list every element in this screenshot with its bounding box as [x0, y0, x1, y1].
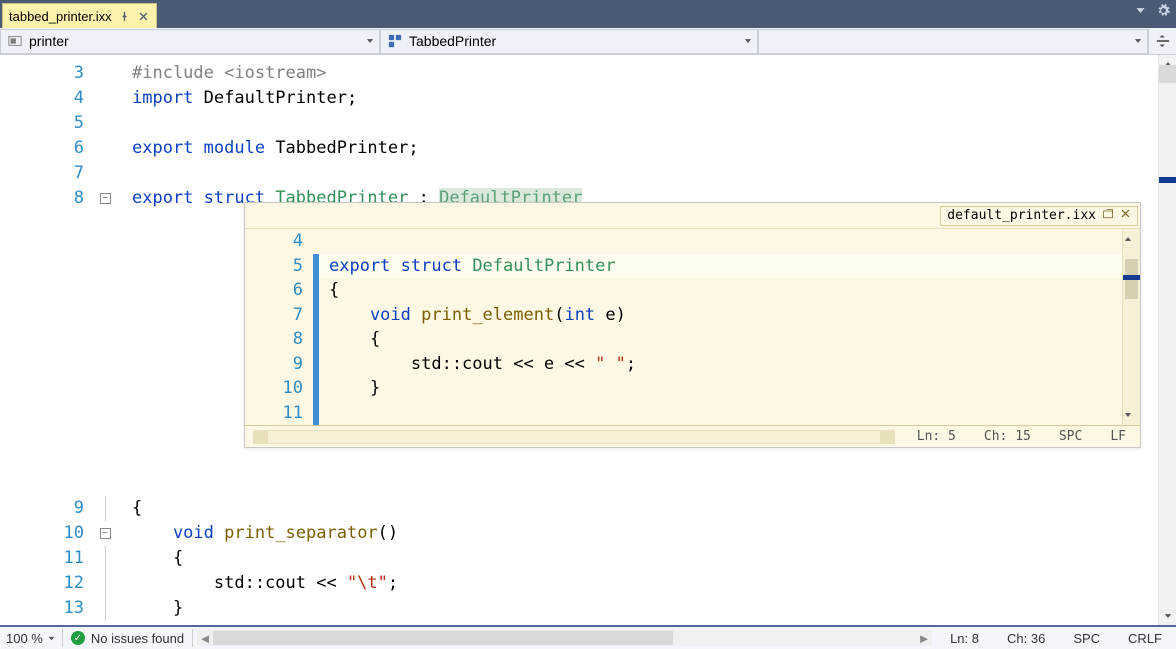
chevron-down-icon[interactable]	[1134, 4, 1147, 20]
split-window-button[interactable]	[1148, 29, 1176, 54]
peek-line-indicator[interactable]: Ln: 5	[903, 429, 970, 444]
status-bar: 100 % ✓ No issues found ◄ ► Ln: 8 Ch: 36…	[0, 625, 1176, 649]
close-icon[interactable]	[1120, 208, 1131, 223]
horizontal-scrollbar[interactable]: ◄ ►	[197, 630, 932, 646]
chevron-down-icon	[47, 631, 56, 646]
peek-lineending-indicator[interactable]: LF	[1096, 429, 1140, 444]
peek-col-indicator[interactable]: Ch: 15	[970, 429, 1045, 444]
promote-icon[interactable]	[1102, 208, 1114, 224]
col-indicator[interactable]: Ch: 36	[993, 631, 1059, 646]
scope-label: printer	[29, 33, 69, 49]
gear-icon[interactable]	[1157, 4, 1170, 20]
namespace-icon	[7, 33, 23, 49]
scope-dropdown[interactable]: printer	[0, 29, 380, 54]
peek-horizontal-scrollbar[interactable]	[253, 430, 895, 444]
check-icon: ✓	[71, 631, 85, 645]
peek-tab-title: default_printer.ixx	[947, 208, 1096, 223]
peek-code-editor[interactable]: export struct DefaultPrinter { void prin…	[319, 229, 1122, 425]
close-icon[interactable]	[137, 10, 150, 23]
chevron-down-icon	[743, 33, 753, 49]
pin-icon[interactable]	[118, 10, 131, 23]
peek-whitespace-indicator[interactable]: SPC	[1045, 429, 1096, 444]
vertical-scrollbar[interactable]	[1158, 55, 1176, 625]
code-editor[interactable]: #include <iostream> import DefaultPrinte…	[114, 55, 1158, 625]
chevron-down-icon	[1133, 33, 1143, 49]
chevron-down-icon	[365, 33, 375, 49]
lineending-indicator[interactable]: CRLF	[1114, 631, 1176, 646]
tab-title: tabbed_printer.ixx	[9, 9, 112, 24]
fold-toggle[interactable]: −	[100, 193, 111, 204]
type-label: TabbedPrinter	[409, 33, 496, 49]
member-dropdown[interactable]	[758, 29, 1148, 54]
peek-tab[interactable]: default_printer.ixx	[940, 206, 1138, 226]
struct-icon	[387, 33, 403, 49]
peek-vertical-scrollbar[interactable]	[1122, 229, 1140, 425]
peek-status-bar: Ln: 5 Ch: 15 SPC LF	[245, 425, 1140, 447]
editor-area: 3 4 5 6 7 8 9 10 11 12 13 − − #include <…	[0, 55, 1176, 625]
issues-indicator[interactable]: ✓ No issues found	[63, 631, 192, 646]
zoom-label: 100 %	[6, 631, 43, 646]
type-dropdown[interactable]: TabbedPrinter	[380, 29, 758, 54]
peek-line-gutter: 4 5 6 7 8 9 10 11	[245, 229, 313, 425]
document-tab-strip: tabbed_printer.ixx	[0, 0, 1176, 28]
document-tab-active[interactable]: tabbed_printer.ixx	[2, 3, 157, 28]
navigation-bar: printer TabbedPrinter	[0, 28, 1176, 55]
peek-definition-panel: default_printer.ixx 4 5 6 7 8 9 10 11	[244, 202, 1141, 448]
line-indicator[interactable]: Ln: 8	[936, 631, 993, 646]
issues-label: No issues found	[91, 631, 184, 646]
fold-toggle[interactable]: −	[100, 528, 111, 539]
line-number-gutter: 3 4 5 6 7 8 9 10 11 12 13	[0, 55, 96, 625]
whitespace-indicator[interactable]: SPC	[1059, 631, 1114, 646]
fold-column: − −	[96, 55, 114, 625]
zoom-control[interactable]: 100 %	[0, 631, 62, 646]
